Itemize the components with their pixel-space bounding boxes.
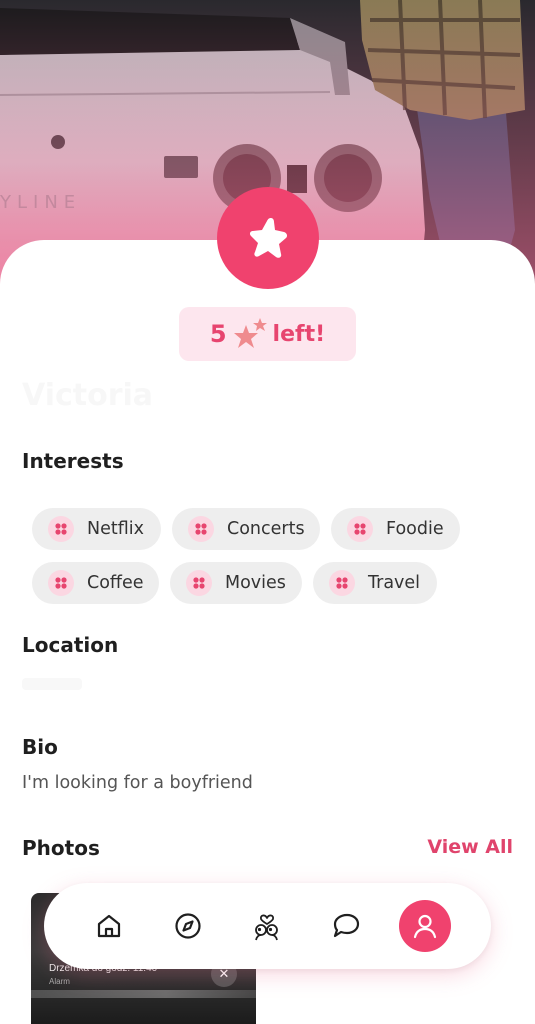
nav-explore-button[interactable] (162, 900, 214, 952)
interest-chip-coffee[interactable]: Coffee (32, 562, 159, 604)
chat-icon (333, 913, 360, 938)
nav-profile-button[interactable] (399, 900, 451, 952)
stars-icon (233, 318, 267, 348)
interest-icon (48, 516, 74, 542)
interest-chip-movies[interactable]: Movies (170, 562, 302, 604)
stars-remaining-pill: 5 left! (179, 307, 356, 361)
nav-home-button[interactable] (83, 900, 135, 952)
home-icon (97, 914, 121, 938)
stars-remaining-count: 5 (209, 320, 227, 348)
interest-label: Foodie (386, 519, 444, 539)
interest-chip-concerts[interactable]: Concerts (172, 508, 320, 550)
nav-chat-button[interactable] (320, 900, 372, 952)
interest-label: Movies (225, 573, 286, 593)
photos-heading: Photos (22, 836, 100, 860)
interest-icon (48, 570, 74, 596)
interest-chip-netflix[interactable]: Netflix (32, 508, 161, 550)
view-all-photos-link[interactable]: View All (427, 836, 513, 858)
interest-chip-travel[interactable]: Travel (313, 562, 437, 604)
interest-label: Netflix (87, 519, 144, 539)
bio-text: I'm looking for a boyfriend (22, 773, 253, 793)
interest-label: Concerts (227, 519, 305, 539)
location-value (22, 678, 82, 690)
interest-chip-foodie[interactable]: Foodie (331, 508, 460, 550)
nav-matches-button[interactable] (241, 900, 293, 952)
interest-icon (347, 516, 373, 542)
interests-heading: Interests (22, 449, 124, 473)
interest-icon (186, 570, 212, 596)
bottom-navigation (44, 883, 491, 969)
interest-icon (188, 516, 214, 542)
super-like-badge[interactable] (217, 187, 319, 289)
notification-subtitle: Alarm (49, 977, 70, 986)
notification-bar (31, 990, 256, 998)
star-icon (249, 218, 288, 258)
stars-remaining-label: left! (272, 321, 326, 347)
profile-name: Victoria (22, 378, 154, 413)
bio-heading: Bio (22, 735, 58, 759)
interest-label: Travel (368, 573, 421, 593)
match-icon (255, 914, 278, 941)
profile-icon (413, 914, 437, 939)
interest-icon (329, 570, 355, 596)
interest-label: Coffee (87, 573, 144, 593)
compass-icon (175, 913, 201, 939)
location-heading: Location (22, 633, 119, 657)
